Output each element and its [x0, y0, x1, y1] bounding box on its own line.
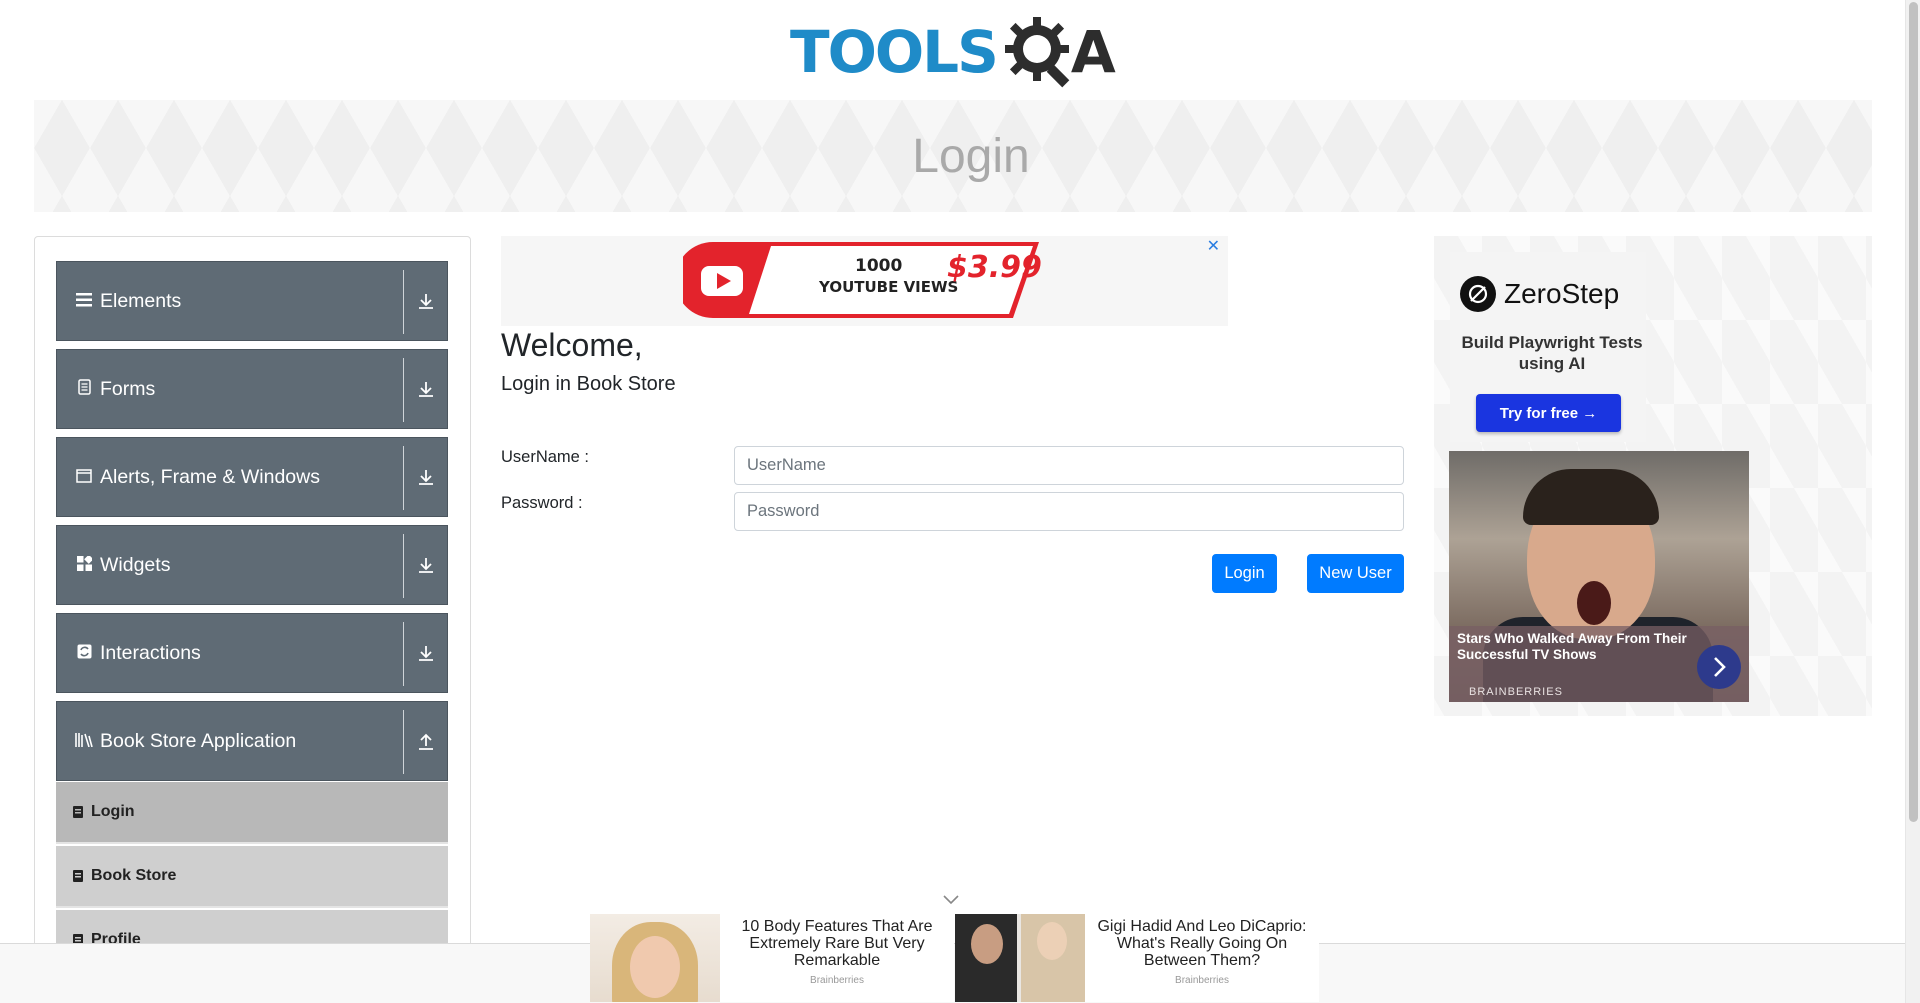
document-icon [74, 378, 94, 400]
sidebar: Elements Forms Alerts, Frame & Windows W… [34, 236, 471, 1003]
interactions-icon [74, 643, 94, 664]
login-button[interactable]: Login [1212, 554, 1277, 593]
sidebar-group-label: Book Store Application [100, 729, 297, 752]
expand-icon[interactable] [415, 641, 437, 665]
divider [403, 710, 404, 774]
ad-line-1: 1000 [855, 256, 903, 276]
sidebar-group-alerts[interactable]: Alerts, Frame & Windows [56, 437, 448, 517]
youtube-views-ad[interactable]: 1000 YOUTUBE VIEWS $3.99 ✕ [501, 236, 1228, 326]
sidebar-group-interactions[interactable]: Interactions [56, 613, 448, 693]
ad-line-2: YOUTUBE VIEWS [819, 278, 959, 296]
login-subtitle: Login in Book Store [501, 373, 676, 395]
window-icon [74, 467, 94, 488]
story-title: Stars Who Walked Away From Their Success… [1457, 631, 1687, 662]
expand-icon[interactable] [415, 553, 437, 577]
zerostep-brand: ZeroStep [1460, 276, 1619, 312]
right-ad-panel: ZeroStep Build Playwright Tests using AI… [1434, 236, 1872, 716]
sidebar-group-label: Interactions [100, 641, 201, 664]
divider [403, 358, 404, 422]
sidebar-group-widgets[interactable]: Widgets [56, 525, 448, 605]
menu-icon [74, 291, 94, 312]
divider [403, 270, 404, 334]
logo-suffix: A [1070, 18, 1116, 86]
sidebar-group-label: Alerts, Frame & Windows [100, 465, 320, 488]
sidebar-group-label: Elements [100, 289, 182, 312]
divider [403, 534, 404, 598]
story-image-mouth [1577, 581, 1611, 625]
brainberries-story-ad[interactable]: Stars Who Walked Away From Their Success… [1449, 451, 1749, 702]
sidebar-item-book-store[interactable]: Book Store [56, 846, 448, 908]
widgets-icon [74, 554, 94, 576]
story-image-hair [1523, 469, 1659, 525]
bottom-ad-1-image [590, 914, 720, 1002]
zerostep-name: ZeroStep [1504, 278, 1620, 309]
gear-magnifier-icon [1004, 17, 1070, 88]
expand-icon[interactable] [415, 289, 437, 313]
welcome-heading: Welcome, [501, 327, 643, 363]
toolsqa-logo[interactable]: TOOLS A [790, 14, 1120, 90]
story-source: BRAINBERRIES [1469, 686, 1563, 698]
sidebar-item-label: Login [91, 803, 135, 820]
bottom-ad-1[interactable]: 10 Body Features That Are Extremely Rare… [590, 914, 954, 1002]
username-input[interactable] [734, 446, 1404, 485]
sidebar-group-label: Widgets [100, 553, 171, 576]
bottom-ad-2-text: Gigi Hadid And Leo DiCaprio: What's Real… [1085, 914, 1319, 1002]
sidebar-item-login[interactable]: Login [56, 782, 448, 844]
scrollbar-thumb[interactable] [1909, 2, 1918, 822]
bottom-ad-2-source: Brainberries [1175, 975, 1229, 986]
page: TOOLS A Login Elements Forms Alerts, Fra… [0, 0, 1920, 1003]
collapse-icon[interactable] [415, 729, 437, 753]
try-for-free-button[interactable]: Try for free → [1476, 394, 1621, 432]
chevron-down-icon[interactable] [940, 893, 962, 907]
bottom-ad-2[interactable]: Gigi Hadid And Leo DiCaprio: What's Real… [955, 914, 1319, 1002]
sidebar-group-label: Forms [100, 377, 156, 400]
close-icon[interactable]: ✕ [1207, 236, 1220, 256]
page-banner: Login [34, 100, 1872, 212]
divider [403, 446, 404, 510]
password-label: Password : [501, 494, 583, 512]
zerostep-tagline: Build Playwright Tests using AI [1461, 333, 1643, 373]
divider [403, 622, 404, 686]
bottom-ad-1-source: Brainberries [810, 975, 864, 986]
vertical-scrollbar[interactable] [1905, 0, 1920, 1003]
sidebar-group-book-store[interactable]: Book Store Application [56, 701, 448, 781]
username-label: UserName : [501, 448, 590, 466]
new-user-button[interactable]: New User [1307, 554, 1404, 593]
password-input[interactable] [734, 492, 1404, 531]
expand-icon[interactable] [415, 465, 437, 489]
bottom-ad-2-image [955, 914, 1085, 1002]
book-icon [73, 806, 83, 818]
zerostep-logo-icon [1460, 276, 1496, 312]
expand-icon[interactable] [415, 377, 437, 401]
logo-text: TOOLS [790, 18, 999, 86]
book-icon [73, 870, 83, 882]
bottom-ad-2-title: Gigi Hadid And Leo DiCaprio: What's Real… [1097, 918, 1307, 969]
page-title: Login [912, 129, 1030, 183]
ad-price: $3.99 [947, 250, 1042, 285]
bottom-ad-1-title: 10 Body Features That Are Extremely Rare… [741, 918, 933, 969]
library-icon [74, 731, 94, 752]
sidebar-item-label: Book Store [91, 867, 177, 884]
bottom-ad-1-text: 10 Body Features That Are Extremely Rare… [720, 914, 954, 1002]
sidebar-group-forms[interactable]: Forms [56, 349, 448, 429]
sidebar-group-elements[interactable]: Elements [56, 261, 448, 341]
chevron-right-icon[interactable] [1697, 645, 1741, 689]
